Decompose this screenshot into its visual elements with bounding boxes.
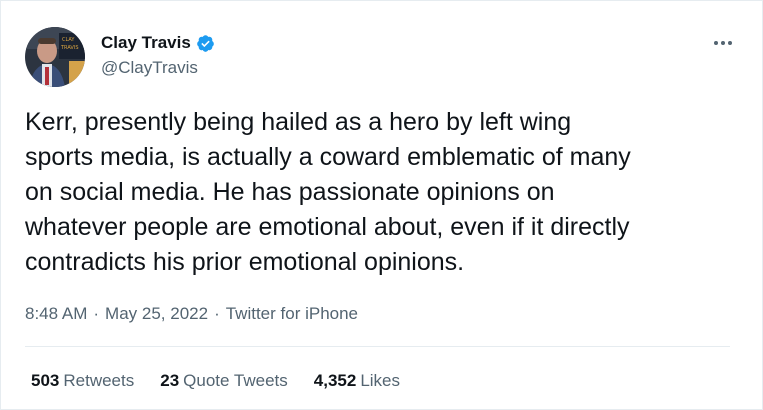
likes-label: Likes xyxy=(360,371,400,390)
retweets-stat[interactable]: 503 Retweets xyxy=(31,370,134,392)
meta-separator: · xyxy=(214,304,220,323)
avatar-image: CLAY TRAVIS xyxy=(25,27,85,87)
retweets-label: Retweets xyxy=(63,371,135,390)
author-display-name[interactable]: Clay Travis xyxy=(101,32,191,54)
tweet-source[interactable]: Twitter for iPhone xyxy=(226,304,358,323)
author-handle[interactable]: @ClayTravis xyxy=(101,58,215,78)
stats-divider xyxy=(25,346,730,347)
more-horizontal-icon xyxy=(714,41,732,45)
quote-tweets-label: Quote Tweets xyxy=(183,371,288,390)
author-block: Clay Travis @ClayTravis xyxy=(101,32,215,78)
likes-stat[interactable]: 4,352 Likes xyxy=(314,370,400,392)
tweet-card: CLAY TRAVIS Clay Travis @ClayTravis Kerr… xyxy=(0,0,763,410)
tweet-stats: 503 Retweets 23 Quote Tweets 4,352 Likes xyxy=(31,370,426,392)
avatar-sign-text-1: CLAY xyxy=(62,37,75,43)
meta-separator: · xyxy=(93,304,100,323)
retweets-count: 503 xyxy=(31,371,60,390)
quote-tweets-stat[interactable]: 23 Quote Tweets xyxy=(160,370,288,392)
likes-count: 4,352 xyxy=(313,371,357,390)
more-options-button[interactable] xyxy=(708,33,738,53)
tweet-time[interactable]: 8:48 AM xyxy=(25,304,87,323)
tweet-text: Kerr, presently being hailed as a hero b… xyxy=(25,108,631,276)
tweet-metadata: 8:48 AM · May 25, 2022 · Twitter for iPhone xyxy=(25,303,358,325)
quote-tweets-count: 23 xyxy=(160,371,180,390)
author-avatar[interactable]: CLAY TRAVIS xyxy=(25,27,85,87)
tweet-date[interactable]: May 25, 2022 xyxy=(105,304,208,323)
verified-badge-icon xyxy=(196,34,215,53)
author-name-row: Clay Travis xyxy=(101,32,215,54)
avatar-sign-text-2: TRAVIS xyxy=(60,45,79,51)
